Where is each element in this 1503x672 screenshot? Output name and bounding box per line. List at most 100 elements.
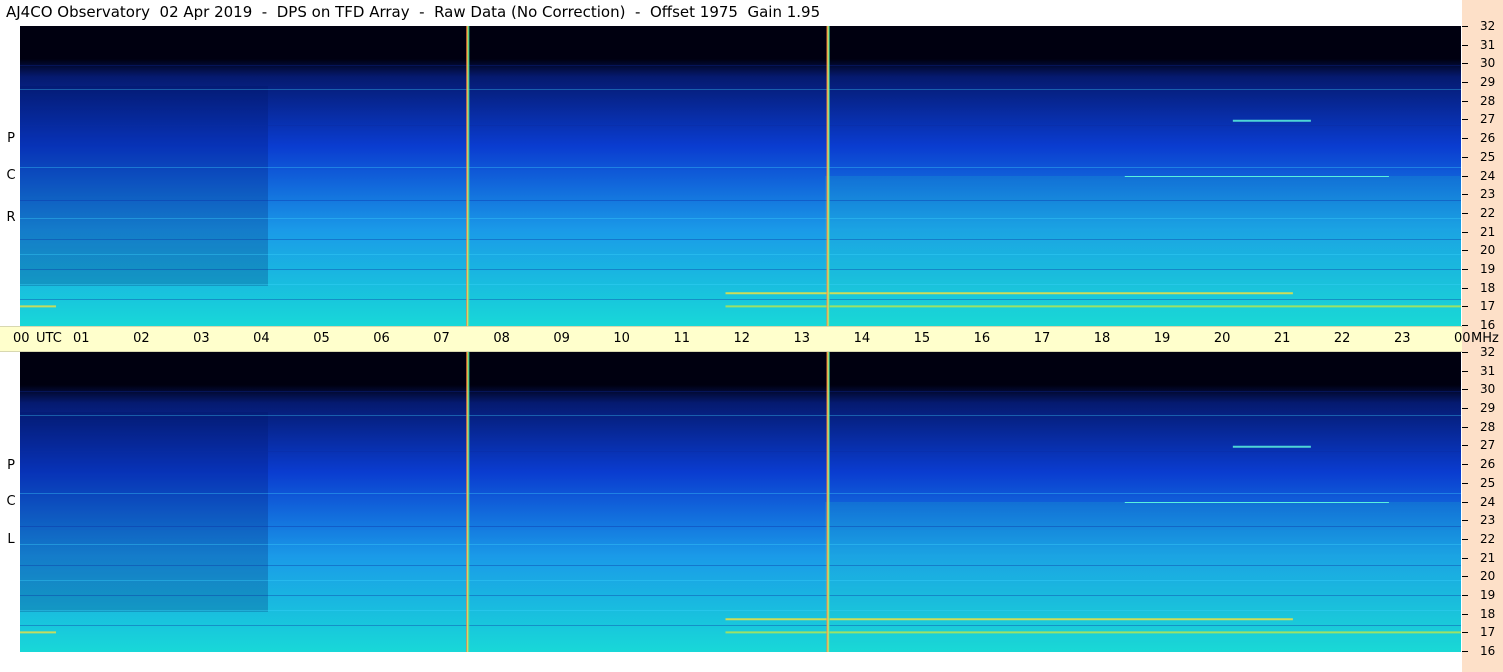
frequency-tick-mark xyxy=(1462,232,1468,233)
frequency-tick-mark xyxy=(1462,306,1468,307)
lcp-line-24mhz xyxy=(1124,502,1389,503)
utc-tick-label: 09 xyxy=(553,331,570,346)
frequency-tick-mark xyxy=(1462,558,1468,559)
frequency-tick-label: 26 xyxy=(1480,131,1496,145)
frequency-tick-label: 26 xyxy=(1480,457,1496,471)
lcp-streak-10 xyxy=(20,625,1461,626)
lcp-hot-line-b xyxy=(725,631,1461,634)
rcp-line-24mhz xyxy=(1124,176,1389,177)
utc-tick-label: 19 xyxy=(1153,331,1171,346)
rcp-streak-7 xyxy=(20,254,1461,255)
rcp-streak-2 xyxy=(20,125,1461,126)
frequency-tick-mark xyxy=(1462,632,1468,633)
rcp-streak-9 xyxy=(20,284,1461,285)
lcp-marker-0-yellow xyxy=(467,352,469,652)
lcp-label-c: C xyxy=(6,494,16,509)
utc-tick-label: 00 xyxy=(13,331,30,346)
frequency-tick-mark xyxy=(1462,45,1468,46)
utc-tick-label: 15 xyxy=(913,331,931,346)
rcp-side-label: R C P xyxy=(3,26,19,326)
frequency-tick-label: 25 xyxy=(1480,150,1496,164)
utc-tick-label: 08 xyxy=(493,331,510,346)
utc-tick-label: 06 xyxy=(373,331,390,346)
lcp-streak-3 xyxy=(20,493,1461,494)
frequency-tick-label: 32 xyxy=(1480,19,1496,33)
frequency-tick-mark xyxy=(1462,325,1468,326)
frequency-tick-mark xyxy=(1462,119,1468,120)
frequency-tick-label: 23 xyxy=(1480,513,1496,527)
frequency-tick-mark xyxy=(1462,520,1468,521)
frequency-tick-mark xyxy=(1462,213,1468,214)
utc-tick-label: 18 xyxy=(1093,331,1111,346)
frequency-tick-mark xyxy=(1462,427,1468,428)
utc-unit-label: UTC xyxy=(36,331,62,346)
frequency-tick-mark xyxy=(1462,483,1468,484)
utc-tick-label: 10 xyxy=(613,331,630,346)
frequency-tick-mark xyxy=(1462,389,1468,390)
frequency-tick-mark xyxy=(1462,250,1468,251)
lcp-label-p: P xyxy=(7,458,15,473)
utc-tick-label: 23 xyxy=(1393,331,1411,346)
frequency-tick-mark xyxy=(1462,63,1468,64)
frequency-tick-label: 29 xyxy=(1480,75,1496,89)
frequency-tick-label: 25 xyxy=(1480,476,1496,490)
rcp-streak-4 xyxy=(20,200,1461,201)
utc-tick-label: 14 xyxy=(853,331,871,346)
utc-tick-label: 13 xyxy=(793,331,811,346)
lcp-hot-line-c xyxy=(20,631,57,634)
frequency-tick-label: 21 xyxy=(1480,551,1496,565)
lcp-side-label: L C P xyxy=(3,352,19,652)
lcp-early-dark-band xyxy=(20,412,268,612)
frequency-tick-mark xyxy=(1462,576,1468,577)
frequency-tick-label: 20 xyxy=(1480,243,1496,257)
lcp-hot-line-a xyxy=(725,618,1293,621)
lcp-marker-1-green xyxy=(828,352,830,652)
frequency-tick-mark xyxy=(1462,194,1468,195)
utc-tick-label: 11 xyxy=(673,331,690,346)
lcp-label-l: L xyxy=(7,532,15,547)
frequency-tick-label: 17 xyxy=(1480,625,1496,639)
frequency-tick-label: 17 xyxy=(1480,299,1496,313)
frequency-tick-label: 23 xyxy=(1480,187,1496,201)
frequency-tick-label: 16 xyxy=(1480,318,1496,332)
rcp-label-r: R xyxy=(6,210,16,225)
rcp-label-c: C xyxy=(6,168,16,183)
rcp-streak-5 xyxy=(20,218,1461,219)
frequency-tick-label: 28 xyxy=(1480,420,1496,434)
rcp-streak-3 xyxy=(20,167,1461,168)
rcp-streak-8 xyxy=(20,269,1461,270)
lcp-streak-0 xyxy=(20,391,1461,392)
frequency-tick-label: 19 xyxy=(1480,588,1496,602)
lcp-marker-0-red xyxy=(466,352,468,652)
utc-tick-label: 01 xyxy=(73,331,90,346)
utc-tick-label: 00 xyxy=(1454,331,1471,346)
utc-tick-label: 16 xyxy=(973,331,991,346)
frequency-tick-label: 32 xyxy=(1480,345,1496,359)
chart-title: AJ4CO Observatory 02 Apr 2019 - DPS on T… xyxy=(6,3,821,21)
utc-tick-label: 20 xyxy=(1213,331,1231,346)
utc-tick-label: 07 xyxy=(433,331,450,346)
lcp-marker-1-red xyxy=(826,352,828,652)
frequency-tick-label: 18 xyxy=(1480,281,1496,295)
rcp-hot-line-c xyxy=(20,305,57,308)
lcp-streak-7 xyxy=(20,580,1461,581)
utc-tick-label: 17 xyxy=(1033,331,1051,346)
frequency-tick-mark xyxy=(1462,101,1468,102)
frequency-tick-mark xyxy=(1462,371,1468,372)
lcp-streak-1 xyxy=(20,415,1461,416)
rcp-spectrogram-svg xyxy=(20,26,1461,326)
frequency-tick-label: 27 xyxy=(1480,438,1496,452)
utc-tick-label: 04 xyxy=(253,331,270,346)
frequency-tick-mark xyxy=(1462,539,1468,540)
rcp-marker-1-red xyxy=(826,26,828,326)
rcp-marker-0-red xyxy=(466,26,468,326)
rcp-afternoon-glow xyxy=(825,176,1461,326)
lcp-spectrogram xyxy=(20,352,1461,652)
lcp-line-27mhz xyxy=(1232,445,1311,448)
frequency-tick-label: 22 xyxy=(1480,532,1496,546)
utc-tick-label: 05 xyxy=(313,331,330,346)
frequency-tick-label: 31 xyxy=(1480,364,1496,378)
frequency-tick-mark xyxy=(1462,138,1468,139)
rcp-streak-6 xyxy=(20,239,1461,240)
utc-tick-label: 22 xyxy=(1333,331,1351,346)
